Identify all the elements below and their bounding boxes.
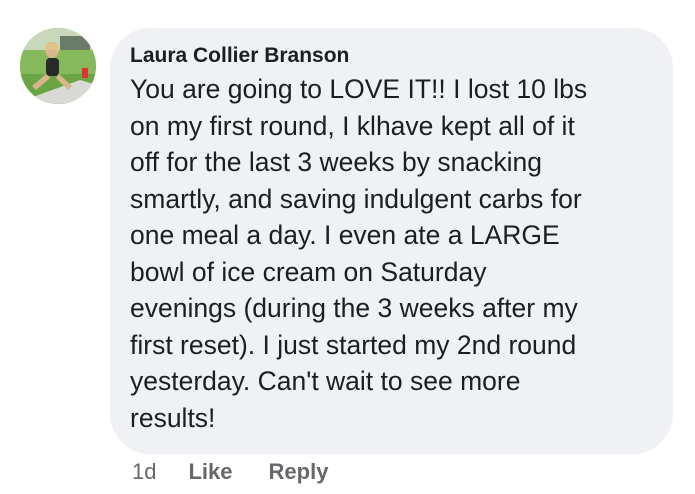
- comment: Laura Collier Branson You are going to L…: [0, 0, 695, 494]
- comment-text-line: first reset). I just started my 2nd roun…: [130, 329, 577, 360]
- avatar[interactable]: [20, 28, 96, 104]
- comment-text-line: off for the last 3 weeks by snacking: [130, 147, 542, 177]
- comment-text-line: bowl of ice cream on Saturday: [130, 256, 487, 287]
- comment-text-line: evenings (during the 3 weeks after my: [130, 293, 578, 323]
- comment-actions: 1d Like Reply: [132, 457, 328, 487]
- comment-text-line: results!: [130, 402, 216, 433]
- comment-text-line: You are going to LOVE IT!! I lost 10 lbs: [130, 74, 588, 104]
- profile-photo-icon: [20, 28, 96, 104]
- comment-text: You are going to LOVE IT!! I lost 10 lbs…: [130, 71, 653, 436]
- comment-timestamp[interactable]: 1d: [132, 459, 156, 485]
- like-button[interactable]: Like: [188, 459, 232, 485]
- comment-text-line: one meal a day. I even ate a LARGE: [130, 220, 560, 250]
- comment-author[interactable]: Laura Collier Branson: [130, 42, 653, 70]
- comment-bubble: Laura Collier Branson You are going to L…: [110, 28, 673, 454]
- reply-button[interactable]: Reply: [269, 459, 329, 485]
- comment-text-line: on my first round, I klhave kept all of …: [130, 110, 575, 141]
- comment-text-line: yesterday. Can't wait to see more: [130, 366, 521, 396]
- comment-text-line: smartly, and saving indulgent carbs for: [130, 183, 582, 214]
